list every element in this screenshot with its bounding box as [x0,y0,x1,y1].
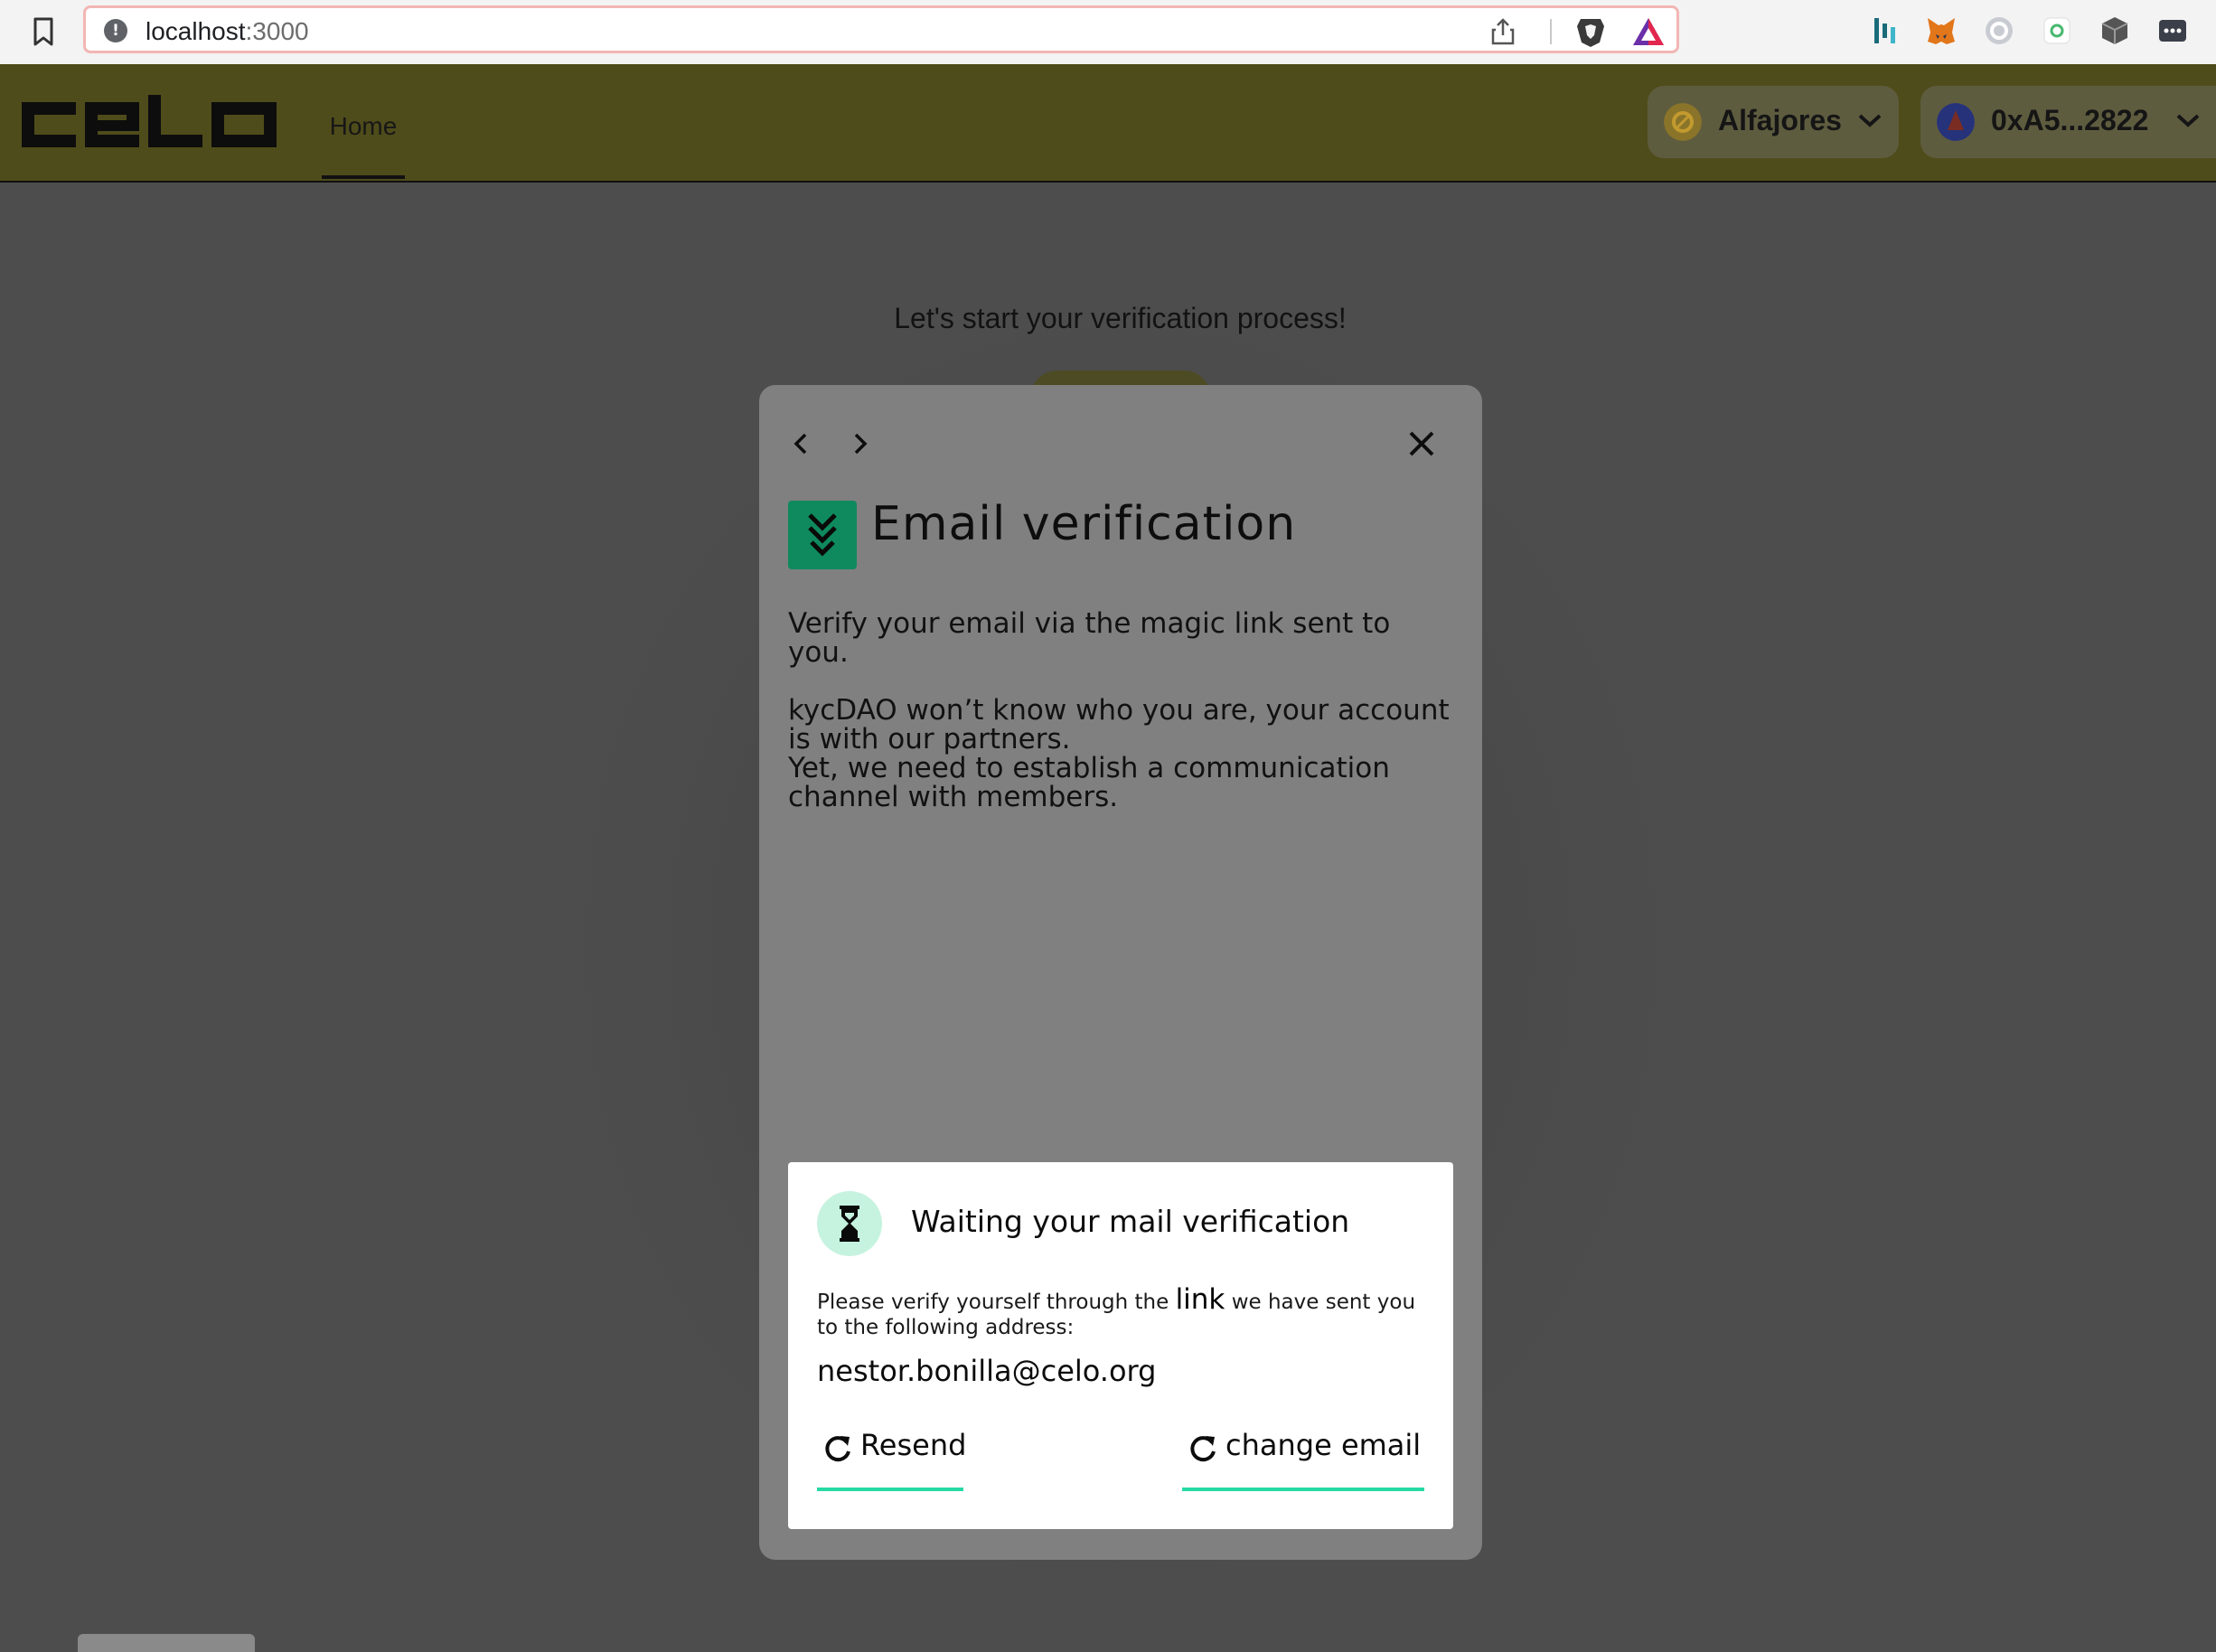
waiting-verification-card: Waiting your mail verification Please ve… [788,1162,1453,1529]
card-description: Please verify yourself through the link … [817,1283,1441,1339]
email-verification-modal: Email verification Verify your email via… [759,385,1482,1560]
extension-icon-5[interactable] [2099,14,2131,47]
change-email-label: change email [1225,1428,1422,1462]
network-label: Alfajores [1718,104,1842,136]
modal-paragraph-2b: Yet, we need to establish a communicatio… [788,752,1390,813]
kycdao-icon [788,501,857,569]
url-host: localhost [146,17,246,45]
bottom-tab [78,1634,255,1652]
address-bar-divider [1550,19,1552,44]
bookmark-icon[interactable] [31,16,56,47]
celo-logo[interactable] [20,95,278,155]
app-header: Home Alfajores 0xA5...2822 [0,64,2216,183]
extension-icon-1[interactable] [1869,14,1901,47]
chevron-down-icon [2176,114,2200,127]
close-icon[interactable] [1406,428,1437,459]
email-address: nestor.bonilla@celo.org [817,1354,1157,1388]
account-selector[interactable]: 0xA5...2822 [1920,86,2216,158]
change-email-button[interactable]: change email [1182,1428,1424,1491]
nav-home[interactable]: Home [322,91,405,179]
hourglass-badge [817,1191,882,1256]
card-title: Waiting your mail verification [911,1204,1350,1239]
hourglass-icon [840,1206,859,1242]
browser-toolbar: ! localhost:3000 [0,0,2216,65]
extensions-menu-icon[interactable] [2156,14,2189,47]
modal-paragraph-2a: kycDAO won’t know who you are, your acco… [788,694,1450,756]
card-desc-before: Please verify yourself through the [817,1291,1176,1314]
extension-icon-4[interactable] [2041,14,2073,47]
alfajores-network-icon [1664,103,1702,141]
chevron-left-icon[interactable] [788,430,815,457]
share-icon[interactable] [1489,17,1516,46]
url-text[interactable]: localhost:3000 [146,17,309,46]
modal-paragraph-1: Verify your email via the magic link sen… [788,607,1391,669]
url-port: :3000 [245,17,309,45]
metamask-icon[interactable] [1925,14,1958,47]
refresh-icon [1190,1436,1216,1462]
resend-label: Resend [860,1428,967,1462]
chevron-down-icon [1858,114,1882,127]
address-bar[interactable]: ! localhost:3000 [83,5,1679,53]
resend-button[interactable]: Resend [817,1428,966,1491]
refresh-icon [825,1436,850,1462]
bat-icon[interactable] [1631,16,1666,47]
account-label: 0xA5...2822 [1991,104,2149,136]
network-selector[interactable]: Alfajores [1648,86,1899,158]
nav-active-indicator [322,175,405,179]
modal-title: Email verification [871,497,1297,551]
brave-icon[interactable] [1575,15,1606,48]
extension-icon-3[interactable] [1983,14,2015,47]
nav-home-label: Home [329,112,398,140]
page-heading: Let's start your verification process! [894,302,1347,334]
info-icon[interactable]: ! [104,19,127,42]
account-avatar-icon [1937,103,1975,141]
link-word: link [1175,1283,1225,1316]
chevron-right-icon[interactable] [846,430,873,457]
